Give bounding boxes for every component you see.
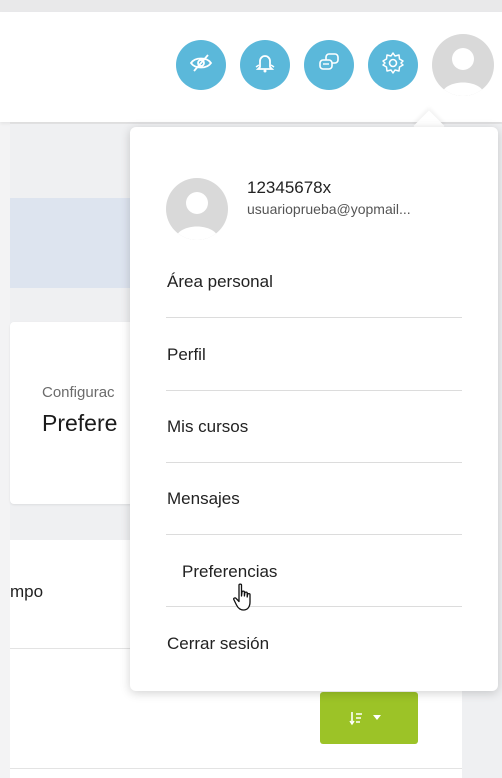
user-email: usuarioprueba@yopmail... bbox=[247, 201, 411, 217]
menu-divider bbox=[166, 606, 462, 607]
eye-slash-icon bbox=[188, 50, 214, 81]
breadcrumb: Configurac bbox=[42, 384, 115, 401]
page: Configurac Prefere mpo 12345678x usuario… bbox=[0, 0, 502, 778]
messages-button[interactable] bbox=[304, 40, 354, 90]
left-edge bbox=[0, 12, 10, 778]
gear-icon bbox=[380, 50, 406, 81]
user-avatar-button[interactable] bbox=[432, 34, 494, 96]
settings-button[interactable] bbox=[368, 40, 418, 90]
caret-down-icon bbox=[373, 715, 381, 720]
row-label: mpo bbox=[10, 582, 44, 601]
chat-icon bbox=[316, 50, 342, 81]
username: 12345678x bbox=[247, 178, 332, 197]
menu-item-perfil[interactable]: Perfil bbox=[167, 345, 206, 365]
notifications-button[interactable] bbox=[240, 40, 290, 90]
user-silhouette-icon bbox=[175, 192, 219, 240]
hand-cursor-icon bbox=[233, 583, 251, 611]
page-title: Prefere bbox=[42, 410, 118, 436]
sort-dropdown-button[interactable] bbox=[320, 692, 418, 744]
hide-blocks-button[interactable] bbox=[176, 40, 226, 90]
user-silhouette-icon bbox=[441, 48, 485, 96]
sort-icon bbox=[349, 712, 362, 726]
menu-item-mensajes[interactable]: Mensajes bbox=[167, 489, 240, 509]
menu-item-cerrar-sesion[interactable]: Cerrar sesión bbox=[167, 634, 269, 654]
page-header-band bbox=[10, 198, 140, 288]
bell-icon bbox=[252, 50, 278, 81]
menu-user-avatar bbox=[166, 178, 228, 240]
menu-item-preferencias[interactable]: Preferencias bbox=[182, 562, 277, 582]
menu-item-mis-cursos[interactable]: Mis cursos bbox=[167, 417, 248, 437]
divider bbox=[10, 768, 462, 769]
menu-divider bbox=[166, 390, 462, 391]
menu-divider bbox=[166, 317, 462, 318]
menu-divider bbox=[166, 534, 462, 535]
menu-divider bbox=[166, 462, 462, 463]
page-header-card: Configurac Prefere bbox=[10, 322, 150, 504]
menu-item-area-personal[interactable]: Área personal bbox=[167, 272, 273, 292]
